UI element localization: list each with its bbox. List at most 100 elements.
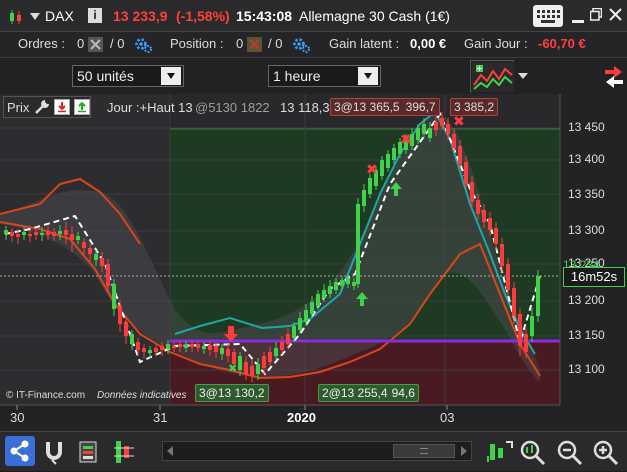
candle-body [298, 318, 302, 330]
candle-body [292, 326, 296, 338]
order-tag-top-2[interactable]: 3 385,2 [450, 98, 499, 116]
info-icon[interactable]: i [88, 8, 102, 23]
candle-body [226, 349, 230, 356]
candle-body [362, 190, 366, 206]
y-label: 13 300 [568, 223, 605, 237]
order-tag-bottom-1[interactable]: 3@13 130,2 [195, 384, 269, 402]
template-icon[interactable] [78, 438, 100, 466]
candle-body [52, 232, 56, 236]
indicator-dropdown-icon[interactable] [518, 73, 528, 79]
price-change: (-1,58%) [176, 8, 230, 24]
top-bar: DAX i 13 233,9 (-1,58%) 15:43:08 Allemag… [0, 0, 627, 32]
wrench-icon[interactable] [34, 99, 50, 115]
candle-body [368, 178, 372, 194]
candle-body [184, 345, 188, 348]
bottom-toolbar [0, 431, 627, 471]
cancel-orders-icon[interactable] [88, 37, 103, 52]
x-label: 03 [440, 410, 455, 425]
candle-body [124, 322, 128, 336]
candle-body [4, 230, 8, 234]
candle-body [166, 344, 170, 349]
candle-body [76, 236, 80, 240]
candle-body [506, 264, 510, 290]
position-gear-icon[interactable] [291, 36, 311, 54]
candle-body [250, 366, 254, 376]
scroll-thumb[interactable] [393, 444, 455, 458]
x-label: 31 [153, 410, 168, 425]
close-position-icon[interactable] [247, 37, 262, 52]
timeframe-select[interactable]: 1 heure [268, 65, 381, 87]
download-icon[interactable] [54, 99, 71, 115]
restore-icon[interactable] [589, 7, 603, 21]
minimize-icon[interactable] [572, 20, 584, 23]
candle-body [334, 282, 338, 290]
candle-body [70, 234, 74, 240]
candle-body [530, 316, 534, 336]
candle-body [208, 345, 212, 350]
timeframe-value: 1 heure [273, 68, 321, 84]
copyright-note: Données indicatives [97, 390, 187, 401]
candle-body [286, 334, 290, 344]
candle-body [416, 128, 420, 140]
indicator-icon[interactable] [470, 60, 514, 92]
candle-body [40, 233, 44, 235]
zoom-in-icon[interactable] [591, 437, 621, 467]
keyboard-icon[interactable] [533, 5, 563, 27]
upload-icon[interactable] [74, 99, 91, 115]
orders-count: 0 [77, 36, 85, 51]
orders-gear-icon[interactable] [133, 36, 153, 54]
symbol-name[interactable]: DAX [45, 8, 74, 24]
candle-body [458, 146, 462, 164]
x-label: 30 [10, 410, 25, 425]
candle-body [130, 334, 134, 344]
share-icon[interactable] [5, 436, 35, 466]
candle-body [34, 232, 38, 235]
scroll-left-icon[interactable] [167, 446, 173, 456]
y-label: 13 150 [568, 328, 605, 342]
svg-text:✖: ✖ [453, 114, 465, 130]
candle-body [172, 346, 176, 348]
zoom-out-icon[interactable] [555, 437, 585, 467]
candle-body [316, 294, 320, 306]
units-select[interactable]: 50 unités [72, 65, 184, 87]
magnet-icon[interactable] [42, 438, 66, 466]
candles-icon[interactable] [8, 8, 26, 26]
candle-body [310, 302, 314, 314]
y-label: 13 400 [568, 152, 605, 166]
order-tag-top-1[interactable]: 3@13 365,5 396,7 [330, 98, 440, 116]
candle-body [340, 280, 344, 286]
price-label: Prix [7, 99, 30, 115]
chart-scrollbar[interactable] [162, 441, 472, 461]
price-chart[interactable]: ✖ ✖ ✖ ✖ Prix Jour :+Haut 13 @5130 1822 1… [0, 94, 627, 431]
scroll-right-icon[interactable] [461, 446, 467, 456]
candle-body [94, 254, 98, 260]
close-icon[interactable] [609, 8, 622, 21]
candle-body [22, 232, 26, 235]
chart-canvas[interactable]: ✖ ✖ ✖ ✖ [0, 94, 627, 431]
swap-panel-icon[interactable] [602, 62, 626, 92]
y-label: 13 450 [568, 120, 605, 134]
candle-body [82, 242, 86, 248]
candle-body [500, 244, 504, 266]
symbol-dropdown-icon[interactable] [30, 13, 40, 20]
order-tag-bottom-2[interactable]: 2@13 255,4 94,6 [318, 384, 419, 402]
candle-body [58, 231, 62, 234]
candle-body [148, 350, 152, 353]
chart-header: Prix [3, 96, 92, 118]
layout-icon[interactable] [112, 438, 138, 466]
candle-body [136, 342, 140, 350]
orders-bar: Ordres : 0 / 0 Position : 0 / 0 Gain lat… [0, 32, 627, 58]
candle-body [262, 356, 266, 368]
candle-body [440, 118, 444, 126]
candle-body [202, 346, 206, 349]
candle-body [190, 344, 194, 347]
autoscale-icon[interactable] [486, 438, 514, 466]
candle-body [100, 258, 104, 266]
chevron-down-icon [161, 67, 181, 85]
candle-body [446, 124, 450, 134]
zoom-fit-icon[interactable] [518, 437, 548, 467]
x-label: 2020 [287, 410, 316, 425]
position-count: 0 [236, 36, 244, 51]
candle-body [434, 122, 438, 130]
y-label: 13 100 [568, 362, 605, 376]
